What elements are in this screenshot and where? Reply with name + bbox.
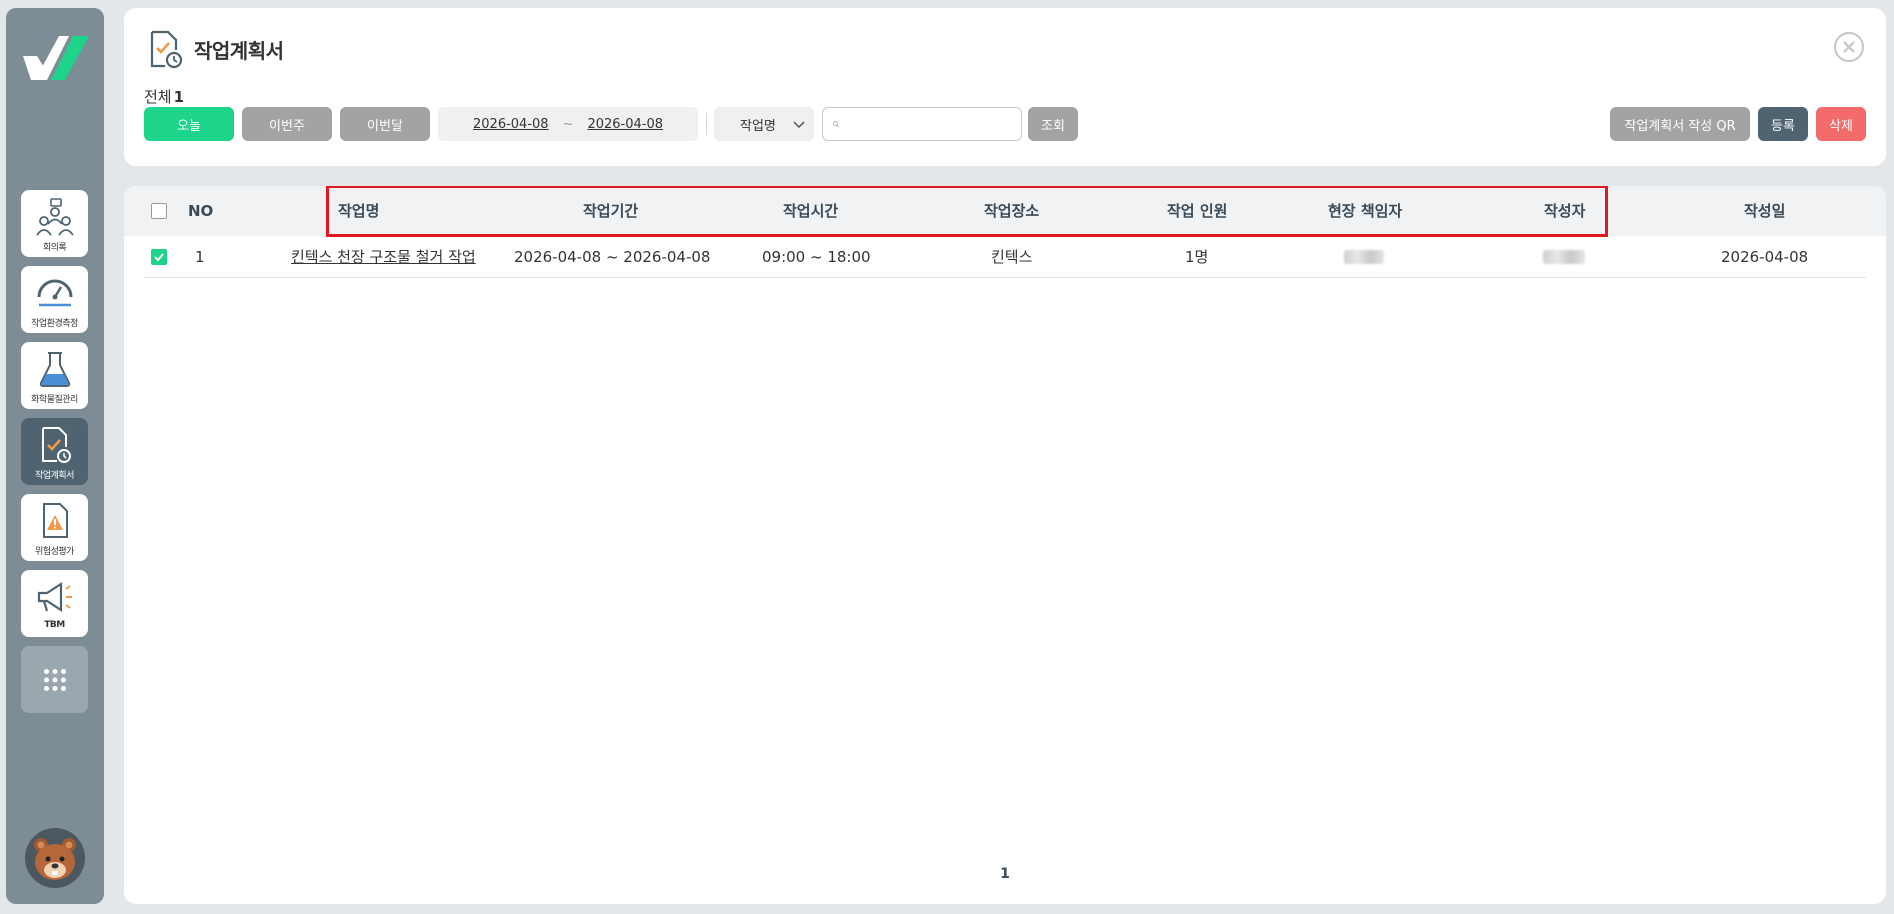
sidebar-item-label: 화학물질관리 <box>31 395 78 405</box>
cell-created: 2026-04-08 <box>1721 248 1809 266</box>
filter-divider <box>706 113 707 135</box>
document-clock-icon <box>41 427 71 463</box>
app-logo[interactable] <box>21 34 91 84</box>
cell-no: 1 <box>195 248 205 266</box>
cell-name-link[interactable]: 킨텍스 천장 구조물 철거 작업 <box>291 236 476 278</box>
sidebar-item-label: 위험성평가 <box>35 547 74 557</box>
megaphone-icon <box>37 581 72 613</box>
sidebar-item-tbm[interactable]: TBM <box>21 570 88 637</box>
row-checkbox[interactable] <box>151 249 167 265</box>
column-header-time[interactable]: 작업시간 <box>783 186 838 236</box>
grid-dots-icon <box>43 668 66 691</box>
search-field-select[interactable]: 작업명 <box>714 107 814 141</box>
document-clock-icon <box>150 30 183 69</box>
delete-button[interactable]: 삭제 <box>1816 107 1866 141</box>
document-warning-icon <box>42 503 68 538</box>
sidebar-item-work-environment[interactable]: 작업환경측정 <box>21 266 88 333</box>
cell-headcount: 1명 <box>1185 248 1209 266</box>
column-header-author[interactable]: 작성자 <box>1544 186 1585 236</box>
column-header-no[interactable]: NO <box>188 186 213 236</box>
column-header-created[interactable]: 작성일 <box>1744 186 1785 236</box>
date-from-input[interactable]: 2026-04-08 <box>473 117 549 132</box>
select-all-checkbox[interactable] <box>151 203 167 219</box>
sidebar-item-risk-assessment[interactable]: 위험성평가 <box>21 494 88 561</box>
close-icon <box>1843 41 1855 53</box>
this-month-button[interactable]: 이번달 <box>340 107 430 141</box>
column-header-manager[interactable]: 현장 책임자 <box>1328 186 1402 236</box>
search-box <box>822 107 1022 141</box>
date-to-input[interactable]: 2026-04-08 <box>587 117 663 132</box>
check-icon <box>154 253 164 262</box>
sidebar-item-work-plan[interactable]: 작업계획서 <box>21 418 88 485</box>
sidebar-item-label: 회의록 <box>42 243 67 253</box>
sidebar-item-chemical-management[interactable]: 화학물질관리 <box>21 342 88 409</box>
sidebar: 회의록 작업환경측정 화학물질관리 작업계획서 위험성평가 TBM <box>6 8 104 904</box>
bear-avatar-icon <box>34 838 76 880</box>
search-button[interactable]: 조회 <box>1028 107 1078 141</box>
column-header-place[interactable]: 작업장소 <box>984 186 1039 236</box>
user-avatar[interactable] <box>25 828 85 888</box>
cell-author-redacted <box>1543 250 1585 264</box>
flask-icon <box>39 352 70 387</box>
this-week-button[interactable]: 이번주 <box>242 107 332 141</box>
total-value: 1 <box>173 88 185 106</box>
search-input[interactable] <box>845 116 1021 132</box>
pagination: 1 <box>124 866 1886 882</box>
column-header-period[interactable]: 작업기간 <box>583 186 638 236</box>
column-header-headcount[interactable]: 작업 인원 <box>1167 186 1227 236</box>
cell-place: 킨텍스 <box>991 248 1033 266</box>
table-panel: NO 작업명 작업기간 작업시간 작업장소 작업 인원 현장 책임자 작성자 작… <box>124 186 1886 904</box>
cell-period: 2026-04-08 ~ 2026-04-08 <box>514 248 711 266</box>
page-number-current[interactable]: 1 <box>1000 866 1010 882</box>
search-icon <box>833 121 839 127</box>
sidebar-item-label: TBM <box>44 620 65 630</box>
total-label: 전체 <box>144 88 172 106</box>
cell-manager-redacted <box>1344 250 1384 264</box>
date-range-picker: 2026-04-08 ~ 2026-04-08 <box>438 107 698 141</box>
search-field-value: 작업명 <box>740 118 776 134</box>
qr-button[interactable]: 작업계획서 작성 QR <box>1610 107 1750 141</box>
page-title: 작업계획서 <box>194 39 284 63</box>
people-icon <box>35 198 74 236</box>
highlight-box <box>326 186 1608 237</box>
close-button[interactable] <box>1834 32 1864 62</box>
register-button[interactable]: 등록 <box>1758 107 1808 141</box>
date-separator: ~ <box>562 116 574 132</box>
total-count: 전체 1 <box>144 86 184 107</box>
header-panel: 작업계획서 전체 1 <box>124 8 1886 166</box>
gauge-icon <box>37 279 72 307</box>
today-button[interactable]: 오늘 <box>144 107 234 141</box>
sidebar-item-all-apps[interactable] <box>21 646 88 713</box>
cell-time: 09:00 ~ 18:00 <box>762 248 871 266</box>
table-row[interactable]: 1 킨텍스 천장 구조물 철거 작업 2026-04-08 ~ 2026-04-… <box>144 236 1866 278</box>
table-header: NO 작업명 작업기간 작업시간 작업장소 작업 인원 현장 책임자 작성자 작… <box>124 186 1886 237</box>
sidebar-item-label: 작업계획서 <box>35 471 74 481</box>
column-header-name[interactable]: 작업명 <box>338 186 379 236</box>
sidebar-item-label: 작업환경측정 <box>31 319 78 329</box>
chevron-down-icon <box>793 121 805 129</box>
sidebar-item-meeting-minutes[interactable]: 회의록 <box>21 190 88 257</box>
